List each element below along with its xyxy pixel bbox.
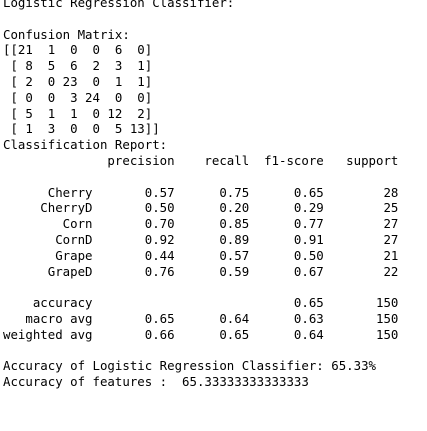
matrix-row: [ 0 0 3 24 0 0] <box>3 89 153 105</box>
matrix-row: [ 8 5 6 2 3 1] <box>3 58 153 74</box>
matrix-row: [ 5 1 1 0 12 2] <box>3 105 153 121</box>
report-row: Grape 0.44 0.57 0.50 21 <box>3 247 399 263</box>
matrix-row: [[21 1 0 0 6 0] <box>3 42 153 58</box>
report-row: CornD 0.92 0.89 0.91 27 <box>3 231 399 247</box>
matrix-row: [ 2 0 23 0 1 1] <box>3 73 153 89</box>
report-summary-row: macro avg 0.65 0.64 0.63 150 <box>3 310 399 326</box>
report-summary-row: accuracy 0.65 150 <box>3 295 399 311</box>
heading-confusion-matrix: Confusion Matrix: <box>3 26 130 42</box>
report-header: precision recall f1-score support <box>3 152 399 168</box>
report-row: CherryD 0.50 0.20 0.29 25 <box>3 200 399 216</box>
accuracy-features-line: Accuracy of features : 65.33333333333333 <box>3 374 309 390</box>
accuracy-classifier-line: Accuracy of Logistic Regression Classifi… <box>3 358 376 374</box>
report-row: Cherry 0.57 0.75 0.65 28 <box>3 184 399 200</box>
report-row: GrapeD 0.76 0.59 0.67 22 <box>3 263 399 279</box>
report-summary-row: weighted avg 0.66 0.65 0.64 150 <box>3 326 399 342</box>
console-output: Logistic Regression Classifier: Confusion… <box>3 0 427 431</box>
heading-classifier: Logistic Regression Classifier: <box>3 0 235 10</box>
report-row: Corn 0.70 0.85 0.77 27 <box>3 216 399 232</box>
heading-classification-report: Classification Report: <box>3 137 168 153</box>
matrix-row: [ 1 3 0 0 5 13]] <box>3 121 160 137</box>
